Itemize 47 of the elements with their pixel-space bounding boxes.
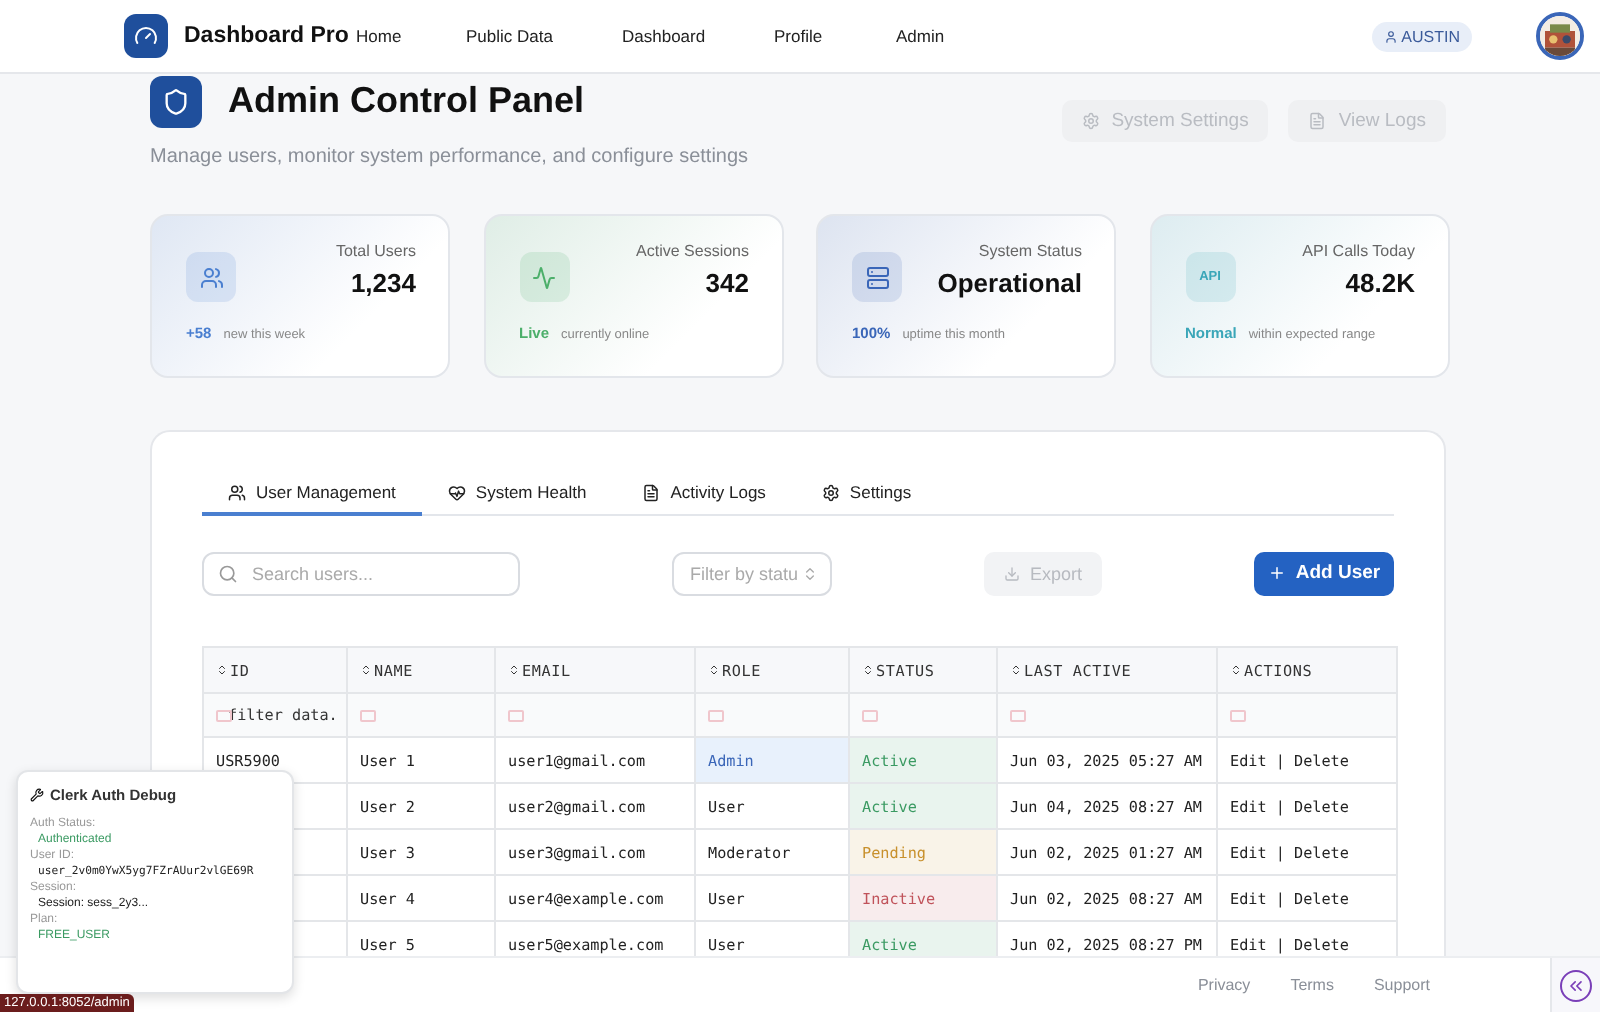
search-field[interactable]: Search users... xyxy=(202,551,520,595)
broken-image-icon xyxy=(216,710,232,722)
nav-link[interactable]: Home xyxy=(356,26,466,46)
pulse-icon xyxy=(532,265,556,289)
tab[interactable]: System Health xyxy=(421,482,613,516)
server-icon xyxy=(865,265,889,289)
chevron-icon xyxy=(802,565,818,581)
document-icon xyxy=(642,483,661,501)
broken-image-icon xyxy=(1230,709,1246,721)
broken-image-icon xyxy=(1010,709,1026,721)
stat-value: 48.2K xyxy=(1345,268,1415,298)
users-icon xyxy=(228,483,246,501)
heart-icon xyxy=(447,483,466,501)
logo-icon[interactable] xyxy=(124,14,168,58)
plus-icon xyxy=(1267,564,1286,582)
tab[interactable]: Activity Logs xyxy=(616,482,792,516)
broken-image-icon xyxy=(508,709,524,721)
download-icon xyxy=(1003,565,1020,581)
settings-icon xyxy=(1081,112,1100,130)
stat-label: Total Users xyxy=(335,242,416,260)
stat-label: API Calls Today xyxy=(1302,242,1415,260)
nav-link[interactable]: Dashboard xyxy=(622,26,774,46)
nav-link[interactable]: Profile xyxy=(774,26,896,46)
settings-icon xyxy=(821,483,840,501)
document-icon xyxy=(1308,112,1327,130)
search-icon xyxy=(218,563,238,583)
tab[interactable]: Settings xyxy=(795,482,938,516)
broken-image-icon xyxy=(360,709,376,721)
stat-label: System Status xyxy=(978,242,1082,260)
chevrons-left-icon xyxy=(1560,969,1592,1001)
page-title: Admin Control Panel xyxy=(228,80,585,122)
nav-link[interactable]: Admin xyxy=(896,26,976,46)
brand-name: Dashboard Pro xyxy=(184,24,351,48)
broken-image-icon xyxy=(708,709,724,721)
stat-value: 1,234 xyxy=(350,268,416,298)
users-icon xyxy=(199,265,223,289)
tab[interactable]: User Management xyxy=(202,482,422,516)
stat-label: Active Sessions xyxy=(636,242,749,260)
user-badge[interactable]: AUSTIN xyxy=(1371,21,1472,51)
stat-value: 342 xyxy=(705,268,749,298)
nav-link[interactable]: Public Data xyxy=(466,26,622,46)
collapse-button[interactable] xyxy=(1550,957,1600,1012)
stat-value: Operational xyxy=(937,268,1082,298)
broken-image-icon xyxy=(862,709,878,721)
wrench-icon xyxy=(30,788,44,802)
add-user-button[interactable]: Add User xyxy=(1254,551,1394,595)
page-subtitle: Manage users, monitor system performance, and configure settings xyxy=(150,146,749,168)
